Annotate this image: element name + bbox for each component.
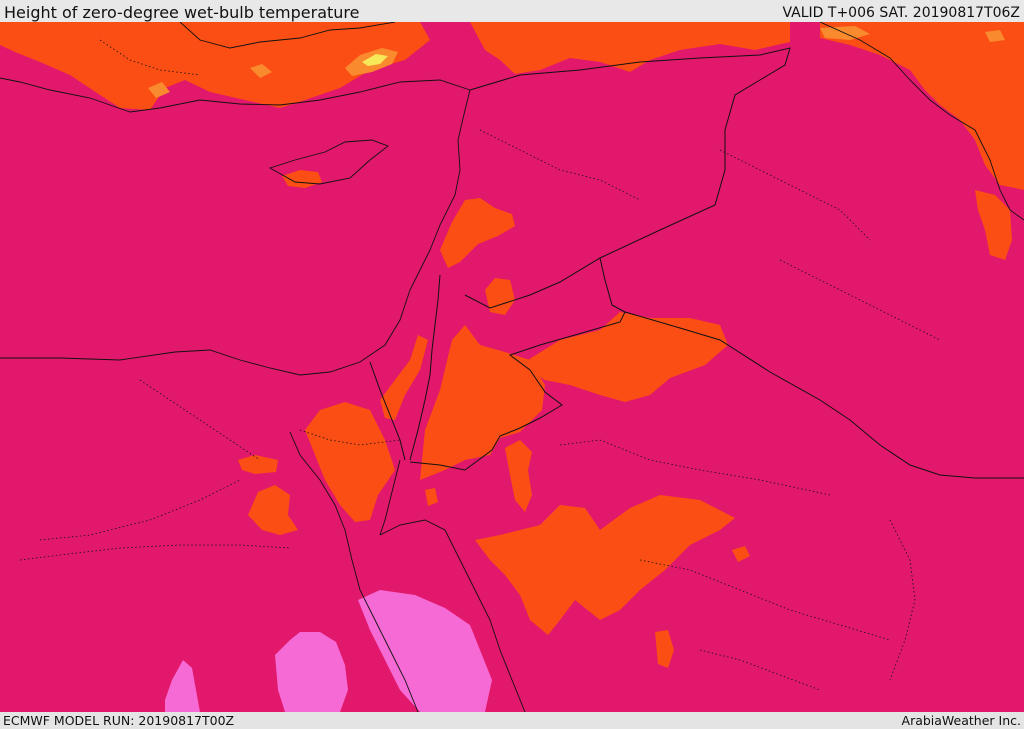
- map-title: Height of zero-degree wet-bulb temperatu…: [4, 3, 360, 22]
- valid-time: VALID T+006 SAT. 20190817T06Z: [782, 5, 1020, 21]
- footer-bar: ECMWF MODEL RUN: 20190817T00Z ArabiaWeat…: [0, 712, 1024, 729]
- map-canvas: [0, 22, 1024, 712]
- model-run-label: ECMWF MODEL RUN: 20190817T00Z: [3, 713, 235, 728]
- header-bar: Height of zero-degree wet-bulb temperatu…: [0, 0, 1024, 22]
- credit-label: ArabiaWeather Inc.: [901, 713, 1021, 728]
- weather-map: [0, 22, 1024, 712]
